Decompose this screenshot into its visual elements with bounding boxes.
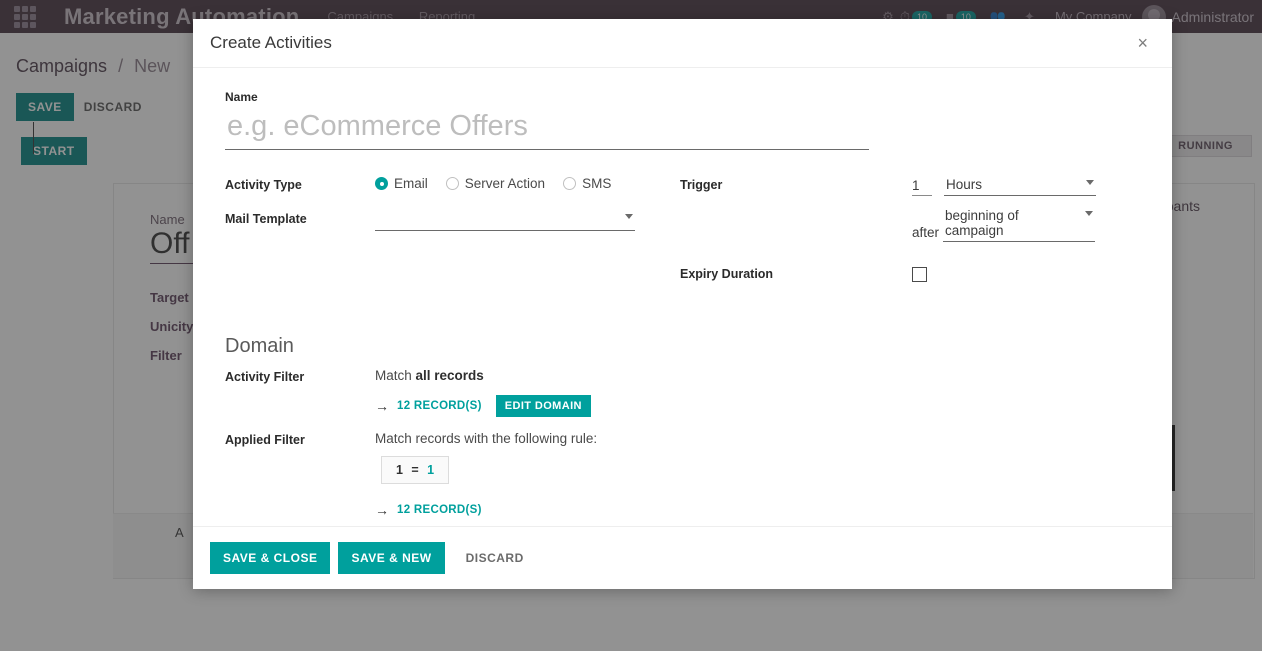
chevron-down-icon[interactable]	[1085, 211, 1093, 216]
trigger-row: Trigger 1 Hours after beginn	[680, 176, 1140, 253]
radio-dot-email[interactable]	[375, 177, 388, 190]
activity-type-row: Activity Type Email Server Action	[225, 176, 680, 198]
close-icon[interactable]: ×	[1131, 32, 1154, 54]
match-value: all records	[416, 368, 484, 383]
left-column: Activity Type Email Server Action	[225, 176, 680, 299]
applied-filter-label: Applied Filter	[225, 431, 375, 447]
dialog-discard-button[interactable]: DISCARD	[453, 542, 537, 574]
radio-dot-sms[interactable]	[563, 177, 576, 190]
activity-filter-label: Activity Filter	[225, 368, 375, 384]
trigger-amount-input[interactable]: 1	[912, 178, 932, 196]
save-and-close-button[interactable]: SAVE & CLOSE	[210, 542, 330, 574]
chevron-down-icon[interactable]	[625, 214, 633, 219]
text-cursor	[33, 122, 34, 154]
arrow-right-icon: →	[375, 398, 389, 414]
trigger-reference-select[interactable]: beginning of campaign	[943, 207, 1095, 242]
trigger-reference-value: beginning of campaign	[943, 207, 1093, 241]
trigger-relation-label: after	[912, 225, 939, 242]
mail-template-select[interactable]	[375, 210, 635, 231]
dialog-body: Name Activity Type Email	[193, 68, 1172, 526]
activity-type-label: Activity Type	[225, 176, 375, 192]
dialog-header: Create Activities ×	[193, 19, 1172, 68]
edit-domain-button[interactable]: EDIT DOMAIN	[496, 395, 591, 417]
mail-template-value	[375, 219, 633, 223]
applied-filter-rule: 1 = 1	[381, 456, 449, 484]
expiry-duration-row: Expiry Duration	[680, 265, 1140, 287]
radio-dot-server-action[interactable]	[446, 177, 459, 190]
rule-operator: =	[411, 463, 418, 477]
right-column: Trigger 1 Hours after beginn	[680, 176, 1140, 299]
arrow-right-icon: →	[375, 502, 389, 518]
trigger-interval-line: 1 Hours	[912, 176, 1140, 196]
applied-filter-row: Applied Filter Match records with the fo…	[225, 431, 1140, 518]
domain-heading: Domain	[225, 335, 1140, 358]
applied-filter-records-link[interactable]: 12 RECORD(S)	[397, 504, 482, 516]
radio-label-sms: SMS	[582, 176, 611, 191]
radio-sms[interactable]: SMS	[563, 176, 611, 191]
radio-label-email: Email	[394, 176, 428, 191]
fields-columns: Activity Type Email Server Action	[225, 176, 1140, 299]
save-and-new-button[interactable]: SAVE & NEW	[338, 542, 444, 574]
mail-template-label: Mail Template	[225, 210, 375, 226]
applied-filter-actions: → 12 RECORD(S)	[375, 502, 1140, 518]
name-input[interactable]	[225, 108, 869, 150]
chevron-down-icon[interactable]	[1086, 180, 1094, 185]
create-activities-dialog: Create Activities × Name Activity Type E…	[193, 19, 1172, 589]
activity-filter-records-link[interactable]: 12 RECORD(S)	[397, 400, 482, 412]
rule-field: 1	[396, 463, 403, 477]
radio-label-server-action: Server Action	[465, 176, 545, 191]
radio-email[interactable]: Email	[375, 176, 428, 191]
dialog-footer: SAVE & CLOSE SAVE & NEW DISCARD	[193, 526, 1172, 589]
applied-filter-description: Match records with the following rule:	[375, 431, 1140, 446]
activity-filter-row: Activity Filter Match all records → 12 R…	[225, 368, 1140, 417]
name-label: Name	[225, 90, 1140, 104]
trigger-unit-select[interactable]: Hours	[944, 176, 1096, 196]
activity-filter-actions: → 12 RECORD(S) EDIT DOMAIN	[375, 395, 1140, 417]
expiry-duration-checkbox[interactable]	[912, 267, 927, 282]
mail-template-row: Mail Template	[225, 210, 680, 232]
expiry-duration-label: Expiry Duration	[680, 265, 912, 281]
radio-server-action[interactable]: Server Action	[446, 176, 545, 191]
rule-value: 1	[427, 463, 434, 477]
trigger-unit-value: Hours	[944, 176, 1094, 195]
activity-type-radios: Email Server Action SMS	[375, 176, 680, 191]
activity-filter-match: Match all records	[375, 368, 1140, 383]
trigger-label: Trigger	[680, 176, 912, 192]
dialog-title: Create Activities	[210, 33, 1131, 53]
name-field-group: Name	[225, 90, 1140, 150]
trigger-reference-line: after beginning of campaign	[912, 207, 1140, 242]
match-prefix: Match	[375, 368, 412, 383]
